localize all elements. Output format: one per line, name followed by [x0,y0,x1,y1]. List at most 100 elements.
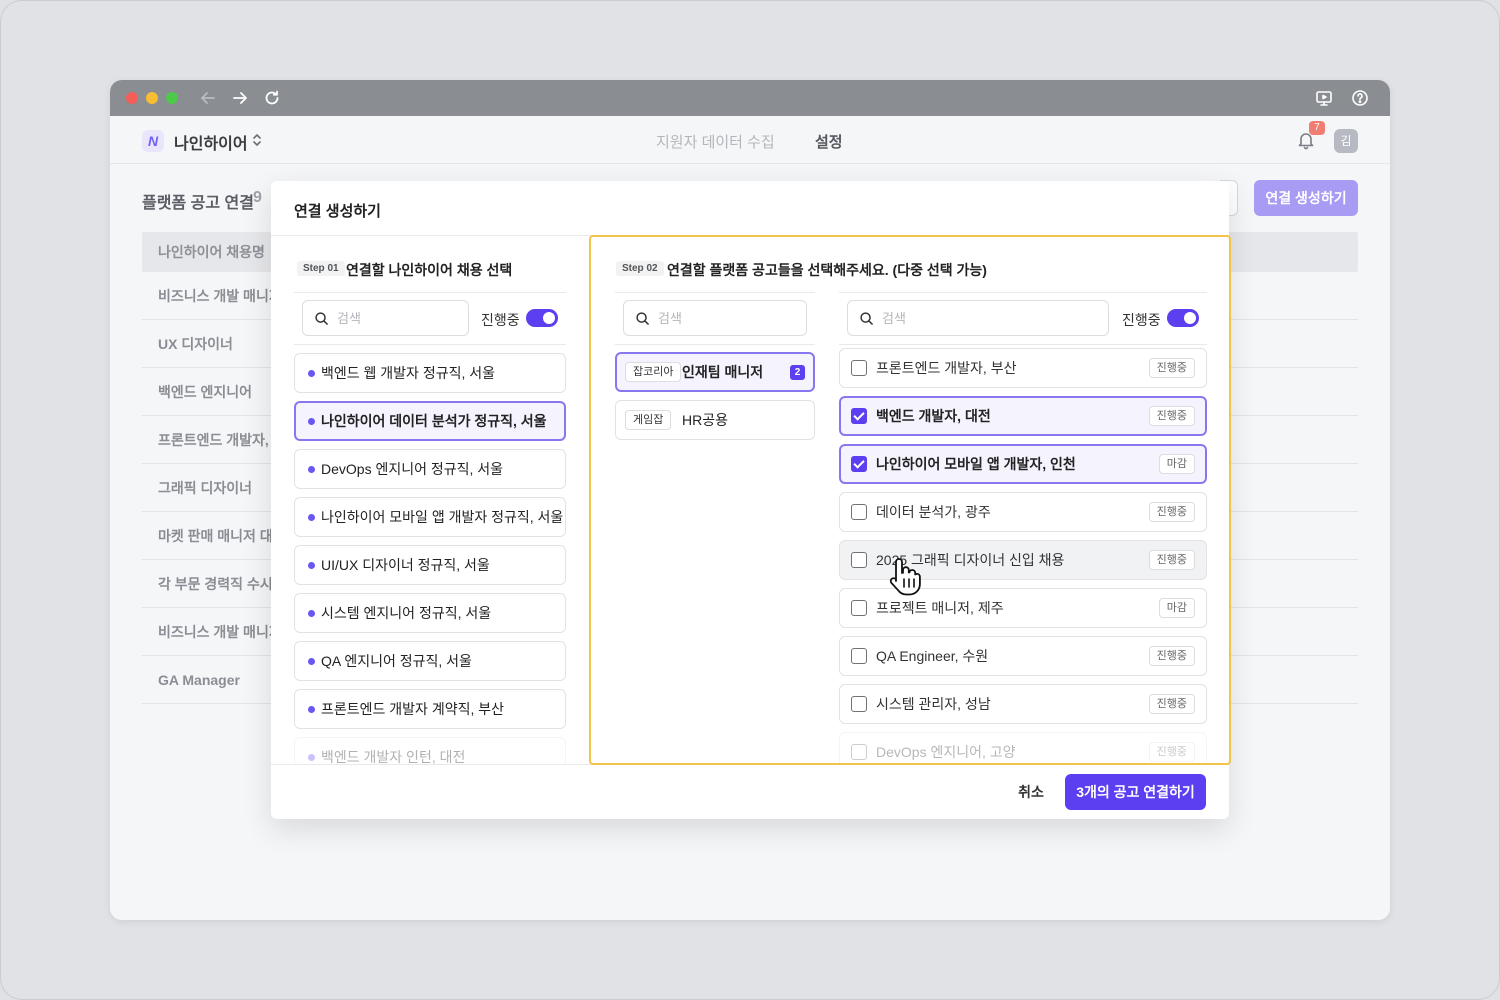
selected-count-badge: 2 [790,365,805,380]
checkbox[interactable] [851,504,867,520]
checkbox[interactable] [851,648,867,664]
job-item-label: 백엔드 개발자 인턴, 대전 [321,749,466,764]
avatar[interactable]: 김 [1334,129,1358,153]
hand-pointer-cursor-icon [889,558,921,596]
nav-applicant-data[interactable]: 지원자 데이터 수집 [656,131,775,152]
platform-toolbar-bottom-line [615,344,815,345]
bullet-dot-icon [308,706,315,713]
checkbox[interactable] [851,744,867,760]
arrow-left-icon[interactable] [198,88,218,108]
posting-toolbar-top-line [839,292,1207,293]
step1-toggle-label: 진행중 [481,312,520,328]
bullet-dot-icon [308,466,315,473]
step1-search-input[interactable] [302,300,469,336]
posting-item[interactable]: QA Engineer, 수원 진행중 [839,636,1207,676]
job-item-label: 나인하이어 데이터 분석가 정규직, 서울 [321,413,547,429]
posting-search-field[interactable] [882,309,1098,327]
job-item-label: 시스템 엔지니어 정규직, 서울 [321,605,492,621]
browser-titlebar [110,80,1390,116]
notification-badge: 7 [1309,121,1325,135]
platform-item-gamejob[interactable]: 게임잡 HR공용 [615,400,815,440]
status-badge: 마감 [1158,598,1195,618]
posting-label: 시스템 관리자, 성남 [876,696,991,712]
org-name[interactable]: 나인하이어 [174,130,248,154]
job-item[interactable]: 시스템 엔지니어 정규직, 서울 [294,593,566,633]
search-icon [314,311,329,326]
search-icon [859,311,874,326]
posting-search-input[interactable] [847,300,1109,336]
page-title: 플랫폼 공고 연결 [142,195,254,212]
job-item-label: 프론트엔드 개발자 계약직, 부산 [321,701,504,717]
posting-label: 백엔드 개발자, 대전 [876,408,991,424]
cancel-button[interactable]: 취소 [1007,775,1055,809]
platform-source-tag: 게임잡 [625,410,672,430]
checkbox-checked[interactable] [851,408,867,424]
minimize-window-button[interactable] [146,92,158,104]
chevron-up-down-icon[interactable] [250,132,264,148]
status-badge: 마감 [1158,454,1195,474]
job-item[interactable]: UI/UX 디자이너 정규직, 서울 [294,545,566,585]
job-item-label: QA 엔지니어 정규직, 서울 [321,653,472,669]
platform-source-tag: 잡코리아 [625,362,682,382]
job-item[interactable]: DevOps 엔지니어 정규직, 서울 [294,449,566,489]
posting-item-checked[interactable]: 나인하이어 모바일 앱 개발자, 인천 마감 [839,444,1207,484]
checkbox[interactable] [851,600,867,616]
bullet-dot-icon [308,370,315,377]
search-icon [635,311,650,326]
close-window-button[interactable] [126,92,138,104]
page-count: 9 [253,189,262,206]
checkbox[interactable] [851,360,867,376]
job-item[interactable]: 백엔드 개발자 인턴, 대전 [294,737,566,764]
modal-title: 연결 생성하기 [294,203,381,220]
posting-label: QA Engineer, 수원 [876,648,989,664]
checkbox[interactable] [851,552,867,568]
checkbox-checked[interactable] [851,456,867,472]
step2-active-toggle[interactable] [1167,309,1199,327]
job-item[interactable]: QA 엔지니어 정규직, 서울 [294,641,566,681]
bullet-dot-icon [308,754,315,761]
posting-item[interactable]: 프론트엔드 개발자, 부산 진행중 [839,348,1207,388]
step1-search-field[interactable] [337,309,458,327]
platform-account-name: 인재팀 매니저 [682,364,764,380]
posting-item[interactable]: 시스템 관리자, 성남 진행중 [839,684,1207,724]
nav-settings[interactable]: 설정 [815,131,843,152]
job-item-selected[interactable]: 나인하이어 데이터 분석가 정규직, 서울 [294,401,566,441]
bullet-dot-icon [308,562,315,569]
posting-item[interactable]: 데이터 분석가, 광주 진행중 [839,492,1207,532]
bullet-dot-icon [308,610,315,617]
platform-item-jobkorea[interactable]: 잡코리아 인재팀 매니저 2 [615,352,815,392]
brand-logo: N [142,130,164,152]
step1-panel: Step 01 연결할 나인하이어 채용 선택 진행중 백엔드 웹 개발자 정규… [294,236,566,764]
bullet-dot-icon [308,514,315,521]
checkbox[interactable] [851,696,867,712]
status-badge: 진행중 [1148,694,1195,714]
help-icon[interactable] [1350,88,1370,108]
platform-search-input[interactable] [623,300,807,336]
status-badge: 진행중 [1148,406,1195,426]
step1-active-toggle[interactable] [526,309,558,327]
posting-item[interactable]: DevOps 엔지니어, 고양 진행중 [839,732,1207,763]
step1-toolbar-top-line [294,292,566,293]
platform-toolbar-top-line [615,292,815,293]
maximize-window-button[interactable] [166,92,178,104]
posting-label: 데이터 분석가, 광주 [876,504,991,520]
status-badge: 진행중 [1148,742,1195,762]
job-item[interactable]: 백엔드 웹 개발자 정규직, 서울 [294,353,566,393]
top-navigation: N 나인하이어 지원자 데이터 수집 설정 7 김 [110,116,1390,164]
connect-postings-button[interactable]: 3개의 공고 연결하기 [1065,774,1206,810]
step1-tag: Step 01 [297,261,345,276]
reload-icon[interactable] [262,88,282,108]
platform-account-name: HR공용 [682,412,728,428]
step1-toolbar-bottom-line [294,344,566,345]
job-item[interactable]: 나인하이어 모바일 앱 개발자 정규직, 서울 [294,497,566,537]
job-item-label: 나인하이어 모바일 앱 개발자 정규직, 서울 [321,509,564,525]
step1-title: 연결할 나인하이어 채용 선택 [346,262,513,278]
posting-item-checked[interactable]: 백엔드 개발자, 대전 진행중 [839,396,1207,436]
platform-search-field[interactable] [658,309,796,327]
bullet-dot-icon [308,418,315,425]
create-connection-button[interactable]: 연결 생성하기 [1254,180,1358,216]
job-item[interactable]: 프론트엔드 개발자 계약직, 부산 [294,689,566,729]
posting-label: 프로젝트 매니저, 제주 [876,600,1004,616]
arrow-right-icon[interactable] [230,88,250,108]
screen-share-icon[interactable] [1314,88,1334,108]
